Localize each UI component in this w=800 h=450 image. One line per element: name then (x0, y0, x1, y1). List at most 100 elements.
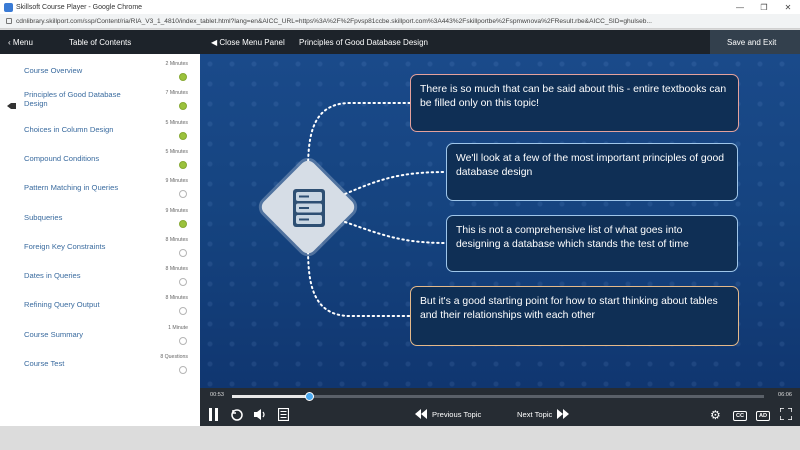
connector-1 (307, 102, 411, 177)
address-bar[interactable]: cdnlibrary.skillport.com/ssp/Content/ria… (0, 14, 800, 29)
progress-fill (232, 395, 309, 398)
course-menu-item[interactable]: Dates in Queries 8 Minutes (0, 261, 200, 290)
course-menu-item[interactable]: Foreign Key Constraints 8 Minutes (0, 232, 200, 261)
chevron-left-icon: ‹ (8, 38, 11, 47)
replay-button[interactable] (230, 408, 244, 425)
complete-status-icon (179, 160, 187, 169)
lesson-title: Principles of Good Database Design (299, 38, 428, 47)
fast-forward-icon (557, 409, 570, 419)
course-menu-item-label: Refining Query Output (24, 300, 100, 310)
url-text[interactable]: cdnlibrary.skillport.com/ssp/Content/ria… (16, 18, 652, 25)
menu-label: Menu (12, 38, 33, 47)
course-menu: Course Overview 2 Minutes Principles of Go… (0, 54, 200, 426)
course-menu-item-duration: 1 Minute (168, 324, 188, 331)
complete-status-icon (179, 219, 187, 228)
incomplete-status-icon (179, 366, 187, 374)
next-topic-label: Next Topic (517, 409, 553, 419)
connector-4 (307, 241, 411, 317)
course-menu-item[interactable]: Compound Conditions 5 Minutes (0, 144, 200, 173)
database-server-icon (293, 189, 325, 227)
fullscreen-button[interactable] (779, 407, 793, 423)
window-title: Skillsoft Course Player - Google Chrome (16, 3, 143, 11)
browser-titlebar: Skillsoft Course Player - Google Chrome … (0, 0, 800, 14)
course-menu-item-duration: 9 Minutes (165, 207, 189, 214)
course-menu-item-duration: 8 Minutes (165, 236, 189, 243)
closed-captions-button[interactable]: CC (733, 409, 748, 421)
close-menu-panel-label: Close Menu Panel (219, 38, 285, 47)
settings-button[interactable]: ⚙ (710, 408, 721, 422)
close-window-icon[interactable]: ✕ (776, 3, 800, 12)
lock-icon (6, 18, 12, 24)
window-controls: — ❐ ✕ (728, 3, 800, 12)
course-menu-item[interactable]: Refining Query Output 8 Minutes (0, 290, 200, 319)
page-footer-area (0, 426, 800, 450)
course-menu-item-duration: 2 Minutes (165, 61, 189, 67)
course-menu-item-label: Course Overview (24, 66, 83, 75)
connector-2 (344, 171, 447, 195)
progress-handle[interactable] (305, 392, 314, 401)
course-menu-item-duration: 8 Minutes (165, 266, 189, 273)
course-menu-item[interactable]: Subqueries 9 Minutes (0, 203, 200, 232)
elapsed-time: 00:53 (210, 392, 224, 398)
course-menu-item-label: Subqueries (24, 212, 63, 222)
transcript-button[interactable] (277, 407, 290, 424)
replay-icon (231, 409, 243, 421)
course-menu-item[interactable]: Principles of Good Database Design 7 Minu… (0, 85, 200, 114)
previous-topic-button[interactable]: Previous Topic (415, 409, 481, 419)
table-of-contents-heading: Table of Contents (69, 38, 132, 47)
ad-icon: AD (756, 411, 771, 421)
complete-status-icon (179, 73, 187, 81)
course-menu-item-duration: 5 Minutes (165, 119, 189, 126)
course-menu-item-duration: 7 Minutes (165, 90, 189, 97)
volume-icon (254, 409, 265, 420)
course-menu-item[interactable]: Pattern Matching in Queries 9 Minutes (0, 173, 200, 202)
course-menu-item[interactable]: Course Summary 1 Minute (0, 320, 200, 349)
slide-stage: There is so much that can be said about … (200, 54, 800, 388)
text-card-4: But it's a good starting point for how t… (410, 286, 739, 346)
course-menu-item-duration: 9 Minutes (165, 178, 189, 185)
course-menu-item-label: Foreign Key Constraints (24, 241, 106, 251)
save-and-exit-label: Save and Exit (727, 38, 777, 47)
triangle-left-icon: ◀ (211, 38, 218, 47)
audio-description-button[interactable]: AD (756, 409, 771, 421)
course-menu-item[interactable]: Course Overview 2 Minutes (0, 56, 200, 85)
next-topic-button[interactable]: Next Topic (517, 409, 570, 419)
progress-track[interactable] (232, 392, 764, 401)
previous-topic-label: Previous Topic (432, 409, 482, 419)
course-menu-item-label: Course Summary (24, 329, 84, 339)
cc-icon: CC (733, 411, 748, 421)
course-menu-item-duration: 8 Questions (160, 354, 188, 360)
pause-button[interactable] (208, 408, 220, 424)
total-time: 06:06 (778, 392, 792, 398)
complete-status-icon (179, 131, 187, 140)
close-menu-panel-button[interactable]: ◀ Close Menu Panel (211, 38, 285, 47)
fullscreen-icon (779, 407, 793, 421)
course-menu-item-label: Compound Conditions (24, 153, 100, 163)
course-menu-item[interactable]: Course Test 8 Questions (0, 349, 200, 378)
course-menu-item-label: Choices in Column Design (24, 124, 114, 134)
save-and-exit-button[interactable]: Save and Exit (710, 30, 800, 54)
current-topic-indicator-icon (7, 96, 16, 110)
course-menu-item-label: Course Test (24, 359, 65, 368)
incomplete-status-icon (179, 248, 187, 257)
menu-button[interactable]: ‹ Menu (8, 38, 33, 47)
incomplete-status-icon (179, 278, 187, 287)
player-controls: 00:53 06:06 Previous Topic Next Topic ⚙ … (200, 388, 800, 426)
gear-icon: ⚙ (710, 408, 721, 422)
incomplete-status-icon (179, 307, 187, 316)
text-card-2: We'll look at a few of the most importan… (446, 143, 738, 201)
course-menu-item[interactable]: Choices in Column Design 5 Minutes (0, 115, 200, 144)
volume-button[interactable] (253, 408, 267, 424)
text-card-1: There is so much that can be said about … (410, 74, 739, 132)
connector-3 (344, 221, 447, 244)
app-logo-icon (4, 2, 13, 12)
course-menu-item-duration: 8 Minutes (165, 295, 189, 302)
course-menu-item-label: Dates in Queries (24, 271, 81, 281)
rewind-icon (415, 409, 427, 419)
app-header: ‹ Menu Table of Contents ◀ Close Menu Pa… (0, 30, 800, 54)
pause-icon (209, 408, 218, 421)
transcript-icon (277, 407, 290, 422)
minimize-icon[interactable]: — (728, 3, 752, 12)
course-menu-item-duration: 5 Minutes (165, 148, 189, 155)
maximize-icon[interactable]: ❐ (752, 3, 776, 12)
